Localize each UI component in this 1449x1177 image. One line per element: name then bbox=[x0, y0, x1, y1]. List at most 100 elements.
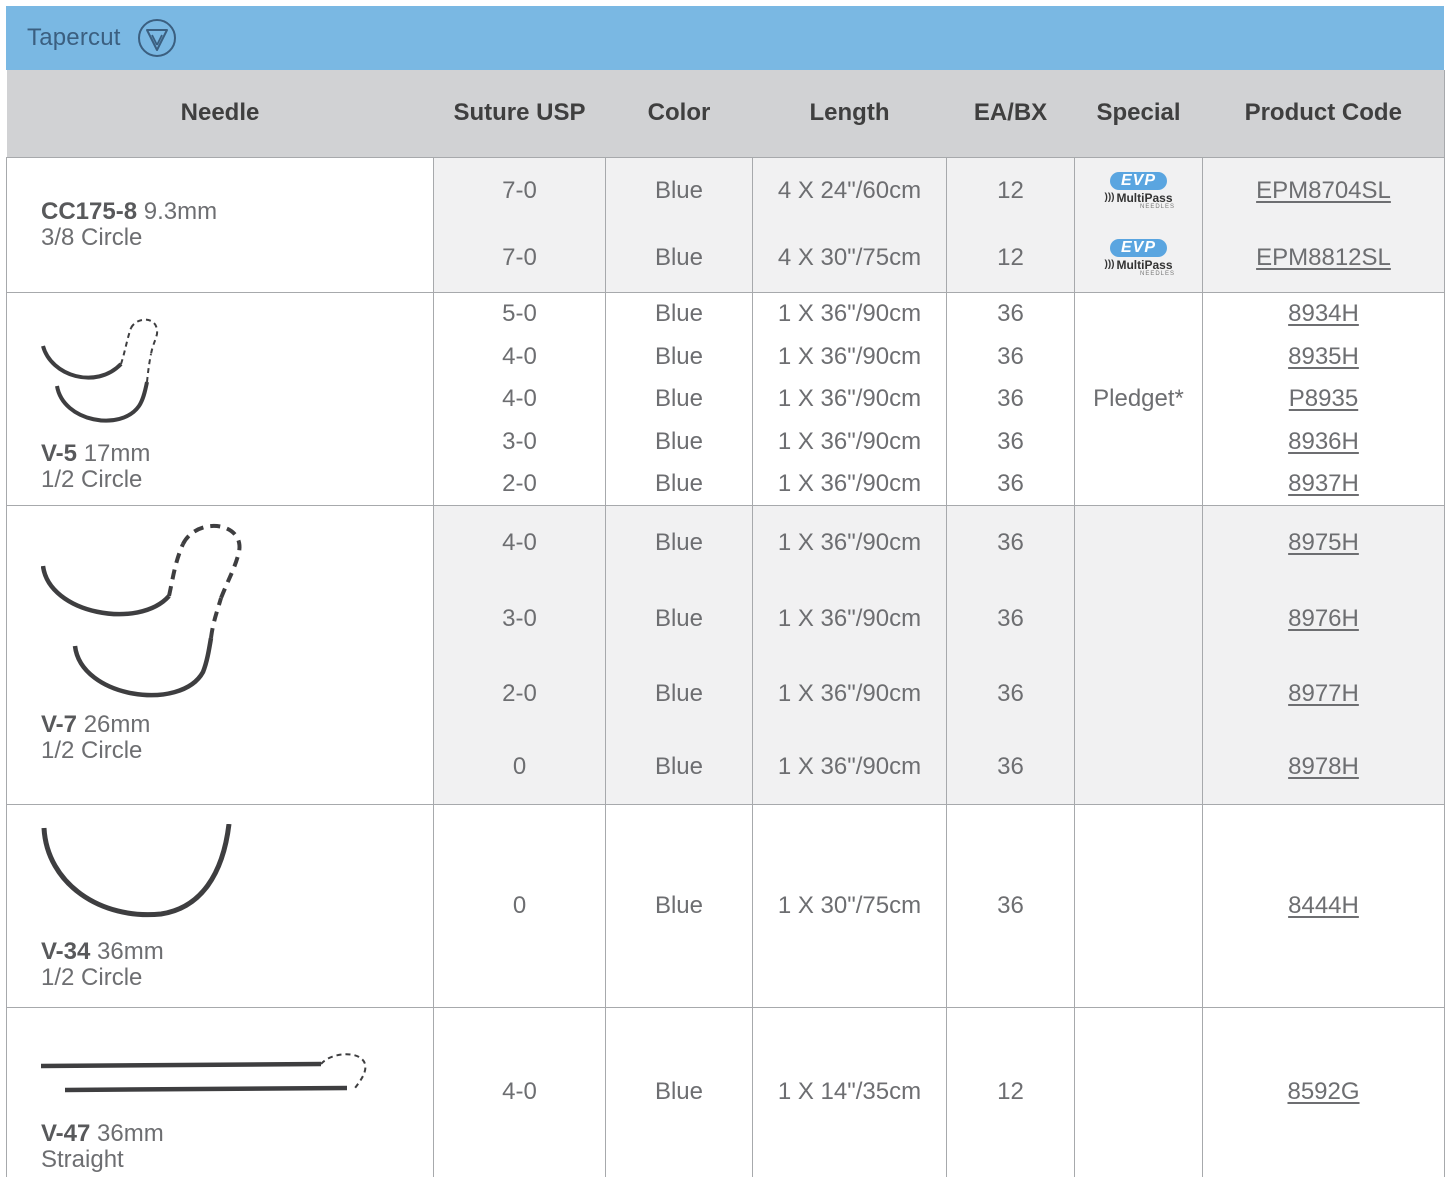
product-code-link[interactable]: 8975H bbox=[1288, 529, 1359, 556]
color-cell: Blue bbox=[605, 378, 753, 420]
header-ea-bx: EA/BX bbox=[946, 70, 1075, 158]
special-cell: EVP ))) MultiPass NEEDLES bbox=[1074, 156, 1203, 225]
product-code-cell[interactable]: 8935H bbox=[1202, 335, 1445, 378]
ea-cell: 12 bbox=[946, 1006, 1075, 1177]
product-code-link[interactable]: 8934H bbox=[1288, 300, 1359, 327]
product-code-cell[interactable]: EPM8704SL bbox=[1202, 156, 1445, 225]
color-cell: Blue bbox=[605, 656, 753, 731]
color-cell: Blue bbox=[605, 504, 753, 581]
product-code-link[interactable]: 8936H bbox=[1288, 428, 1359, 455]
ea-cell: 36 bbox=[946, 420, 1075, 463]
multipass-sub: NEEDLES bbox=[1139, 204, 1175, 211]
usp-cell: 3-0 bbox=[433, 420, 606, 463]
product-code-link[interactable]: 8937H bbox=[1288, 470, 1359, 497]
product-code-link[interactable]: 8978H bbox=[1288, 753, 1359, 780]
product-code-link[interactable]: 8592G bbox=[1287, 1078, 1359, 1105]
needle-size: 36mm bbox=[97, 1120, 164, 1147]
multipass-brand: MultiPass bbox=[1116, 258, 1173, 273]
product-code-cell[interactable]: 8976H bbox=[1202, 581, 1445, 656]
color-cell: Blue bbox=[605, 581, 753, 656]
color-cell: Blue bbox=[605, 1006, 753, 1177]
product-code-link[interactable]: 8935H bbox=[1288, 343, 1359, 370]
usp-cell: 7-0 bbox=[433, 225, 606, 292]
multipass-brand: MultiPass bbox=[1116, 191, 1173, 206]
evp-multipass-logo: EVP ))) MultiPass NEEDLES bbox=[1075, 239, 1202, 277]
product-code-link[interactable]: 8444H bbox=[1288, 892, 1359, 919]
length-cell: 1 X 36"/90cm bbox=[752, 731, 947, 804]
needle-code: V-5 bbox=[41, 439, 78, 467]
ea-cell: 12 bbox=[946, 225, 1075, 292]
needle-cell: V-7 26mm 1/2 Circle bbox=[6, 504, 434, 804]
color-cell: Blue bbox=[605, 225, 753, 292]
usp-cell: 5-0 bbox=[433, 291, 606, 335]
table-row: V-5 17mm 1/2 Circle 5-0 Blue 1 X 36"/90c… bbox=[6, 291, 1445, 505]
ea-cell: 12 bbox=[946, 156, 1075, 225]
section-banner: Tapercut bbox=[6, 6, 1444, 70]
ea-cell: 36 bbox=[946, 378, 1075, 420]
usp-cell: 4-0 bbox=[433, 335, 606, 378]
special-cell bbox=[1074, 504, 1203, 804]
ea-cell: 36 bbox=[946, 335, 1075, 378]
length-cell: 1 X 36"/90cm bbox=[752, 581, 947, 656]
product-code-cell[interactable]: 8977H bbox=[1202, 656, 1445, 731]
product-code-cell[interactable]: 8937H bbox=[1202, 463, 1445, 505]
ea-cell: 36 bbox=[946, 731, 1075, 804]
usp-cell: 4-0 bbox=[433, 378, 606, 420]
product-code-link[interactable]: P8935 bbox=[1289, 385, 1358, 412]
length-cell: 1 X 14"/35cm bbox=[752, 1006, 947, 1177]
product-code-link[interactable]: EPM8704SL bbox=[1256, 177, 1391, 204]
color-cell: Blue bbox=[605, 803, 753, 1007]
ea-cell: 36 bbox=[946, 291, 1075, 335]
header-special: Special bbox=[1074, 70, 1203, 158]
color-cell: Blue bbox=[605, 463, 753, 505]
table-row: V-47 36mm Straight 4-0 Blue 1 X 14"/35cm… bbox=[6, 1006, 1445, 1177]
needle-code: V-7 bbox=[41, 710, 78, 738]
needle-code: CC175-8 bbox=[41, 198, 138, 225]
color-cell: Blue bbox=[605, 420, 753, 463]
usp-cell: 7-0 bbox=[433, 156, 606, 225]
length-cell: 1 X 36"/90cm bbox=[752, 656, 947, 731]
special-cell: EVP ))) MultiPass NEEDLES bbox=[1074, 225, 1203, 292]
needle-size: 17mm bbox=[83, 439, 151, 467]
ea-cell: 36 bbox=[946, 463, 1075, 505]
multipass-sub: NEEDLES bbox=[1139, 271, 1175, 278]
length-cell: 1 X 36"/90cm bbox=[752, 378, 947, 420]
length-cell: 1 X 36"/90cm bbox=[752, 463, 947, 505]
tapercut-triangle-icon bbox=[137, 19, 176, 57]
half-circle-double-needle-icon bbox=[41, 318, 159, 422]
product-code-link[interactable]: 8976H bbox=[1288, 605, 1359, 632]
usp-cell: 4-0 bbox=[433, 504, 606, 581]
needle-shape: 3/8 Circle bbox=[41, 224, 143, 251]
header-product-code: Product Code bbox=[1202, 70, 1445, 158]
half-circle-needle-icon bbox=[41, 823, 232, 917]
product-code-cell[interactable]: EPM8812SL bbox=[1202, 225, 1445, 292]
product-code-cell[interactable]: 8592G bbox=[1202, 1006, 1445, 1177]
table-row: CC175-8 9.3mm 3/8 Circle 7-0 Blue 4 X 24… bbox=[6, 156, 1445, 292]
evp-badge: EVP bbox=[1109, 239, 1167, 258]
color-cell: Blue bbox=[605, 731, 753, 804]
product-code-cell[interactable]: 8975H bbox=[1202, 504, 1445, 581]
needle-shape: 1/2 Circle bbox=[41, 465, 143, 493]
length-cell: 1 X 36"/90cm bbox=[752, 420, 947, 463]
needle-cell: V-5 17mm 1/2 Circle bbox=[6, 291, 434, 505]
evp-badge: EVP bbox=[1109, 172, 1167, 191]
multipass-arcs-icon: ))) bbox=[1104, 259, 1115, 271]
color-cell: Blue bbox=[605, 291, 753, 335]
product-code-cell[interactable]: 8444H bbox=[1202, 803, 1445, 1007]
length-cell: 1 X 36"/90cm bbox=[752, 504, 947, 581]
needle-cell: V-47 36mm Straight bbox=[6, 1006, 434, 1177]
product-code-cell[interactable]: P8935 bbox=[1202, 378, 1445, 420]
product-code-cell[interactable]: 8978H bbox=[1202, 731, 1445, 804]
product-code-cell[interactable]: 8936H bbox=[1202, 420, 1445, 463]
ea-cell: 36 bbox=[946, 581, 1075, 656]
product-code-cell[interactable]: 8934H bbox=[1202, 291, 1445, 335]
special-cell: Pledget* bbox=[1074, 291, 1203, 505]
product-code-link[interactable]: 8977H bbox=[1288, 680, 1359, 707]
product-code-link[interactable]: EPM8812SL bbox=[1256, 244, 1391, 271]
needle-cell: CC175-8 9.3mm 3/8 Circle bbox=[6, 156, 434, 292]
needle-code: V-34 bbox=[41, 937, 91, 965]
needle-shape: 1/2 Circle bbox=[41, 963, 143, 991]
usp-cell: 2-0 bbox=[433, 463, 606, 505]
header-needle: Needle bbox=[6, 70, 434, 158]
needle-shape: Straight bbox=[41, 1146, 124, 1173]
